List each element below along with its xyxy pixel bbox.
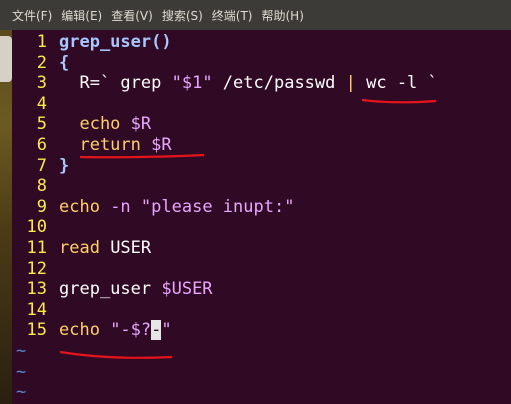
code-line: 1 grep_user() <box>12 32 172 53</box>
desktop-background-strip <box>0 30 12 404</box>
code-line: 4 <box>12 94 59 115</box>
code-line: 6 return $R <box>12 135 172 156</box>
tilde-marker: ~ <box>16 361 27 382</box>
code-text: read USER <box>47 238 151 258</box>
code-line: 9 echo -n "please inupt:" <box>12 196 295 218</box>
code-token: return <box>59 135 152 155</box>
line-number: 12 <box>26 258 47 279</box>
menu-bar: 文件(F) 编辑(E) 查看(V) 搜索(S) 终端(T) 帮助(H) <box>0 0 511 30</box>
empty-buffer-line: ~ <box>12 341 26 362</box>
line-number: 10 <box>26 217 47 238</box>
line-number: 7 <box>36 155 47 176</box>
menu-search[interactable]: 搜索(S) <box>162 7 203 24</box>
line-number: 1 <box>36 32 47 52</box>
tilde-marker: ~ <box>16 382 27 403</box>
vim-editor[interactable]: 1 grep_user() 2{3 R=` grep "$1" /etc/passw… <box>12 30 511 404</box>
code-token: "$1" <box>171 73 213 94</box>
text-cursor: - <box>151 320 162 341</box>
line-number: 14 <box>26 299 47 320</box>
code-text: R=` grep "$1" /etc/passwd | wc -l ` <box>47 73 438 94</box>
code-token: read <box>59 238 111 258</box>
code-token: -n <box>110 196 141 217</box>
line-number: 5 <box>36 114 47 135</box>
line-number: 8 <box>36 176 47 197</box>
code-token: grep_user <box>59 279 162 300</box>
menu-file[interactable]: 文件(F) <box>12 7 52 24</box>
code-text: grep_user $USER <box>47 279 213 299</box>
tilde-marker: ~ <box>16 341 27 361</box>
code-line: 8 <box>12 176 59 197</box>
code-token: { <box>59 52 70 73</box>
code-line: 11 read USER <box>12 238 152 259</box>
code-line: 15 echo "-$?-" <box>12 320 172 341</box>
code-text: echo "-$?-" <box>47 320 172 341</box>
line-number: 15 <box>26 320 47 341</box>
code-token: echo <box>59 114 131 135</box>
code-line: 14 <box>12 300 59 321</box>
code-token: " <box>161 320 172 341</box>
code-line: 7} <box>12 155 70 177</box>
line-number: 6 <box>36 135 47 155</box>
code-text: { <box>47 53 69 73</box>
code-token: grep_user() <box>59 32 172 52</box>
code-token: grep <box>120 73 172 94</box>
code-token: $USER <box>161 279 213 300</box>
code-token: wc -l ` <box>355 73 438 94</box>
line-number: 13 <box>26 279 47 300</box>
menu-help[interactable]: 帮助(H) <box>262 7 304 24</box>
menu-view[interactable]: 查看(V) <box>111 7 153 24</box>
code-line: 3 R=` grep "$1" /etc/passwd | wc -l ` <box>12 73 438 94</box>
code-token: } <box>59 155 70 176</box>
code-line: 12 <box>12 259 59 280</box>
code-token: "-$? <box>110 320 152 341</box>
code-token: $R <box>151 135 172 155</box>
line-number: 9 <box>36 196 47 217</box>
code-line: 13 grep_user $USER <box>12 279 213 300</box>
dock-tile[interactable] <box>0 36 12 82</box>
line-number: 3 <box>36 73 47 94</box>
code-text: return $R <box>47 135 172 155</box>
code-text: echo $R <box>47 114 151 134</box>
code-token: echo <box>59 320 111 341</box>
code-token: | <box>345 73 356 94</box>
code-token: R=` <box>59 73 121 94</box>
code-text: echo -n "please inupt:" <box>47 197 294 217</box>
line-number: 2 <box>36 52 47 73</box>
empty-buffer-line: ~ <box>12 362 26 383</box>
menu-edit[interactable]: 编辑(E) <box>61 7 102 24</box>
code-token: /etc/passwd <box>212 73 346 94</box>
code-token: echo <box>59 196 111 217</box>
code-text: grep_user() <box>47 32 172 52</box>
code-line: 2{ <box>12 52 70 74</box>
code-token: $R <box>130 114 152 135</box>
code-line: 10 <box>12 217 59 238</box>
code-token: "please inupt:" <box>140 196 295 217</box>
empty-buffer-line: ~ <box>12 382 26 403</box>
code-line: 5 echo $R <box>12 114 151 135</box>
line-number: 11 <box>26 238 47 258</box>
code-token: USER <box>110 238 152 258</box>
code-text: } <box>47 156 69 176</box>
menu-terminal[interactable]: 终端(T) <box>212 7 253 24</box>
line-number: 4 <box>36 93 47 114</box>
